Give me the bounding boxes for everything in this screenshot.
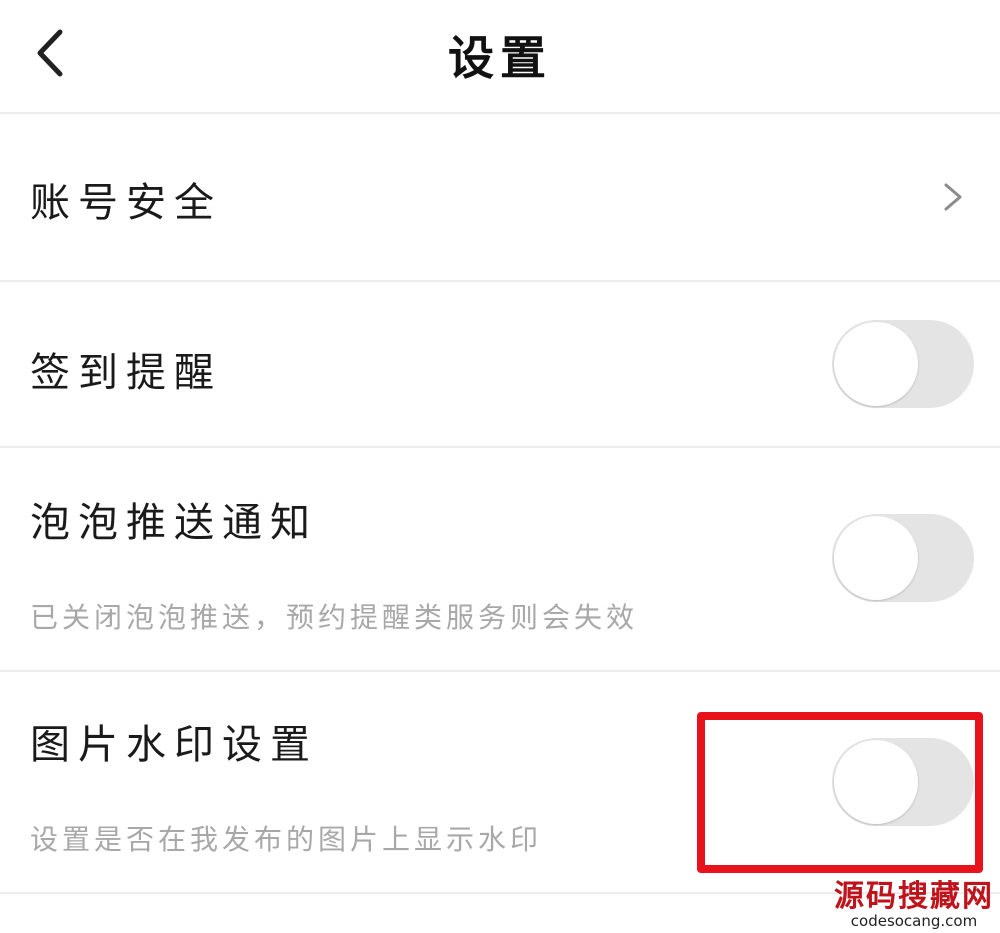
site-watermark-logo: 源码搜藏网 codesocang.com [834, 882, 994, 929]
settings-row-checkin-reminder: 签到提醒 [0, 282, 1000, 448]
image-watermark-toggle[interactable] [832, 738, 974, 826]
settings-row-bubble-push: 泡泡推送通知 已关闭泡泡推送，预约提醒类服务则会失效 [0, 448, 1000, 672]
bubble-push-label: 泡泡推送通知 [30, 500, 318, 546]
settings-row-image-watermark: 图片水印设置 设置是否在我发布的图片上显示水印 [0, 672, 1000, 894]
watermark-en-text: codesocang.com [850, 912, 978, 930]
bubble-push-toggle[interactable] [832, 514, 974, 602]
watermark-cn-text: 源码搜藏网 [834, 879, 994, 914]
checkin-reminder-label: 签到提醒 [30, 350, 222, 396]
page-title: 设置 [448, 31, 552, 85]
settings-screen: 设置 账号安全 签到提醒 泡泡推送通知 已关闭泡泡推送，预约提醒类服务则会失效 … [0, 0, 1000, 933]
chevron-right-icon [944, 183, 962, 211]
nav-bar: 设置 [0, 0, 1000, 114]
bubble-push-description: 已关闭泡泡推送，预约提醒类服务则会失效 [30, 601, 639, 634]
checkin-reminder-toggle[interactable] [832, 320, 974, 408]
image-watermark-label: 图片水印设置 [30, 722, 318, 768]
toggle-knob [834, 322, 918, 406]
account-security-label: 账号安全 [30, 180, 222, 226]
image-watermark-description: 设置是否在我发布的图片上显示水印 [30, 823, 543, 856]
settings-row-account-security[interactable]: 账号安全 [0, 114, 1000, 282]
toggle-knob [834, 740, 918, 824]
toggle-knob [834, 516, 918, 600]
